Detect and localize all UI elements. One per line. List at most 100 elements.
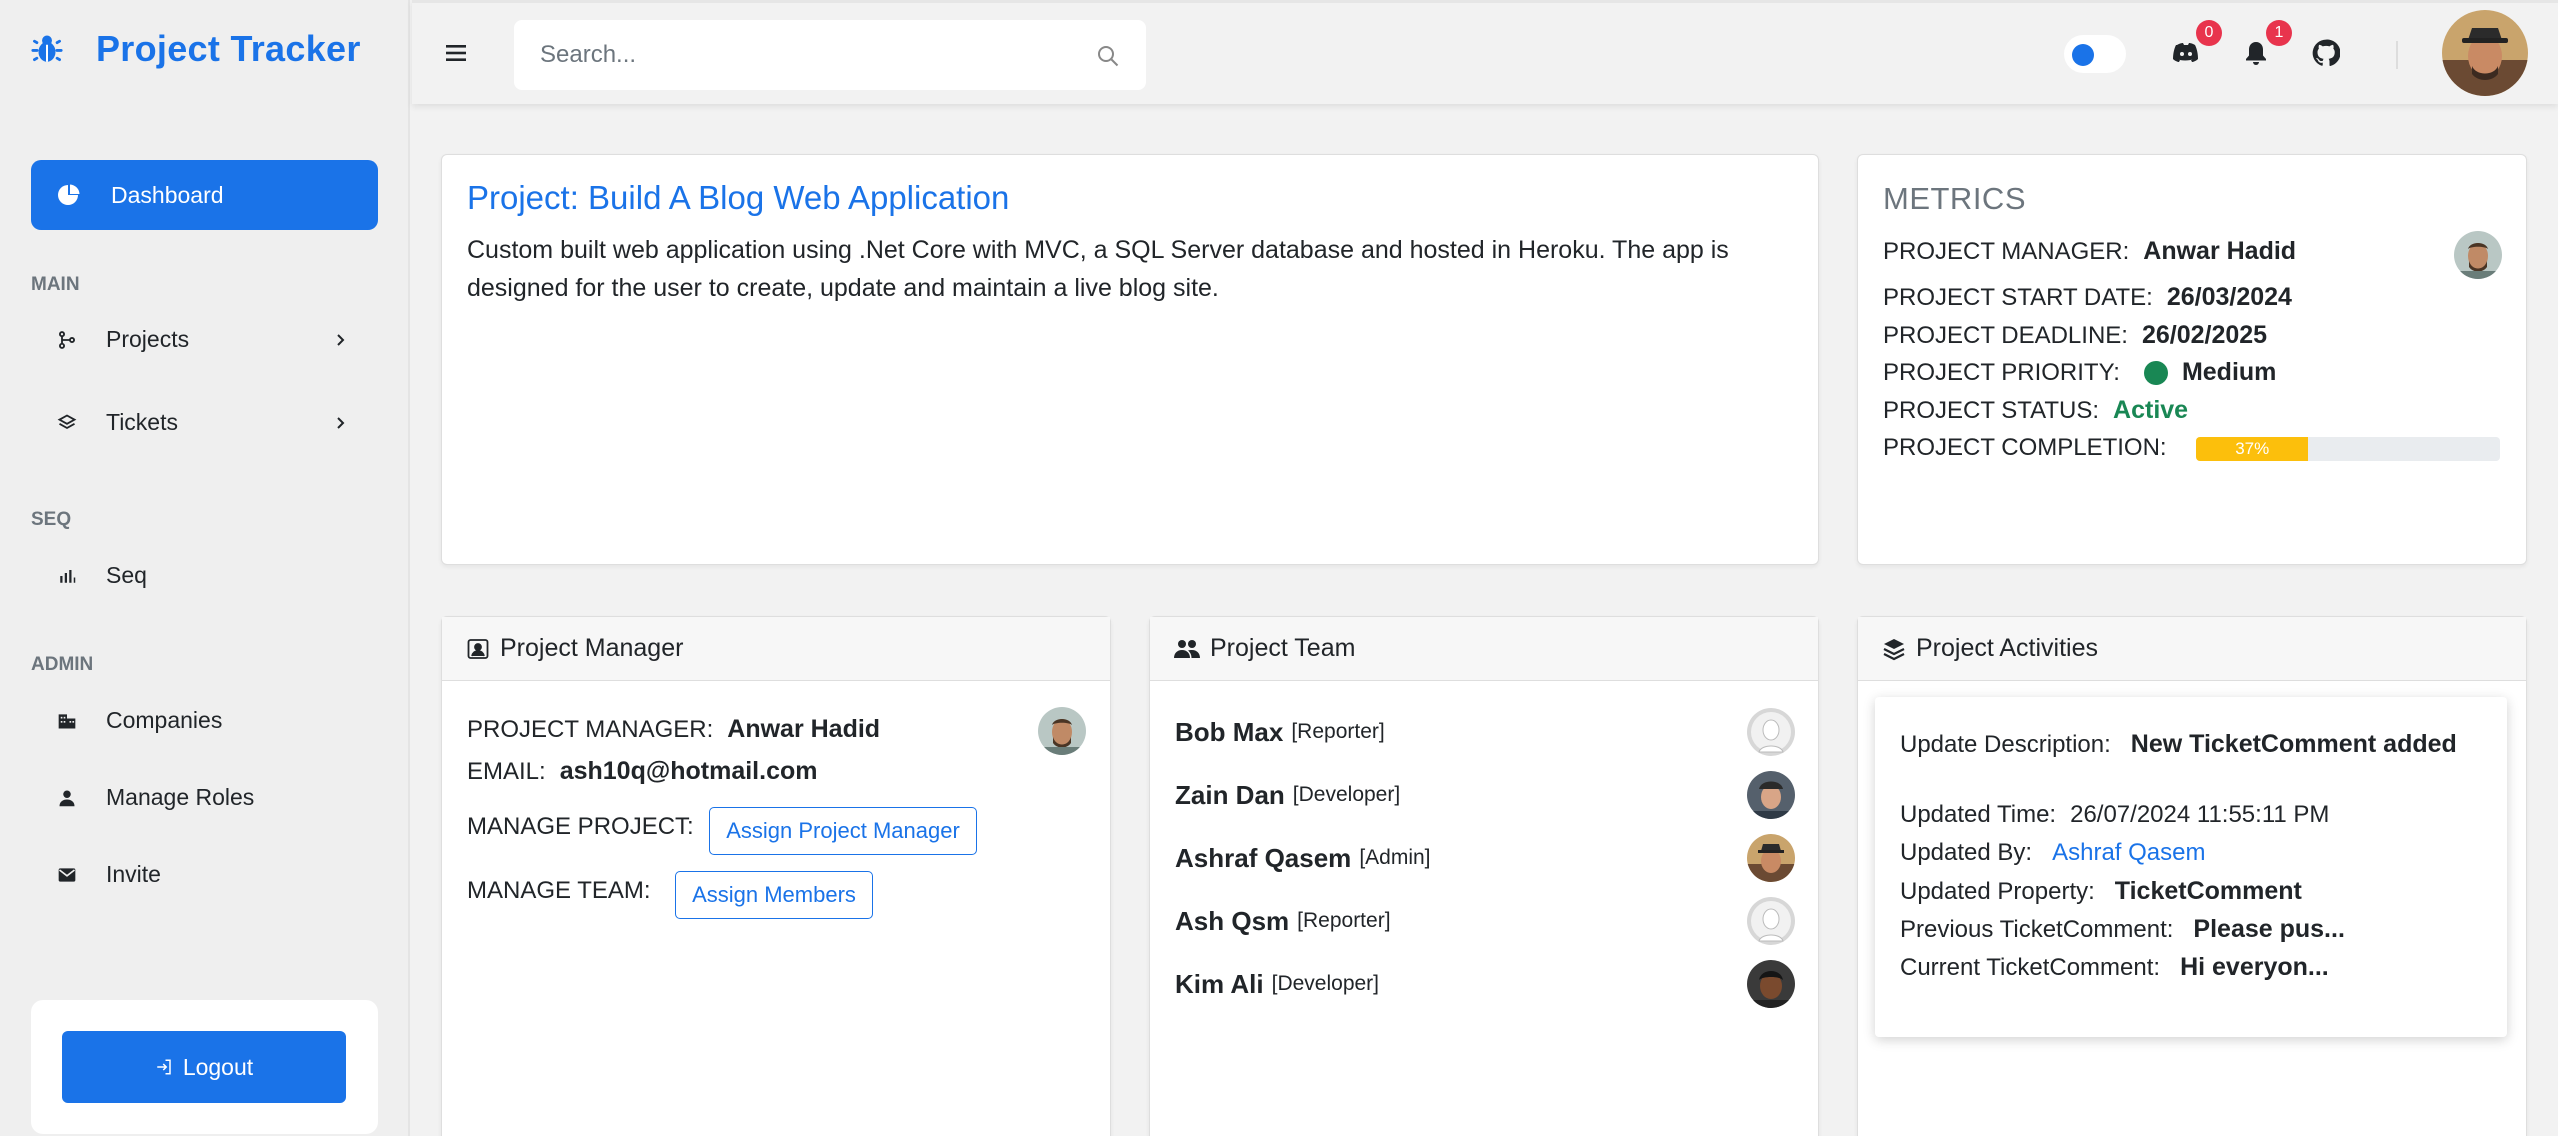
brand[interactable]: Project Tracker	[28, 28, 361, 70]
completion-progress: 37%	[2196, 437, 2500, 461]
avatar[interactable]	[2442, 10, 2528, 96]
user-link[interactable]: Ashraf Qasem	[2052, 839, 2205, 866]
sidebar-item-tickets[interactable]: Tickets	[56, 409, 356, 436]
member-role: [Admin]	[1359, 846, 1431, 869]
search-placeholder: Search...	[540, 41, 637, 68]
metric-label: PROJECT STATUS:	[1883, 396, 2100, 424]
sidebar-item-label: Dashboard	[111, 181, 224, 208]
sidebar-item-invite[interactable]: Invite	[56, 861, 356, 888]
card-title: Project Activities	[1916, 634, 2099, 662]
toggle-knob	[2072, 44, 2094, 66]
activity-description: Update Description: New TicketComment add…	[1900, 725, 2460, 764]
field-value: Anwar Hadid	[727, 715, 881, 743]
sidebar-item-seq[interactable]: Seq	[56, 562, 356, 589]
menu-icon[interactable]	[446, 43, 468, 63]
metric-start-date: PROJECT START DATE: 26/03/2024	[1883, 283, 2292, 312]
metric-value: Anwar Hadid	[2143, 237, 2297, 265]
team-member: Kim Ali [Developer]	[1175, 959, 1795, 1009]
card-title: Project Team	[1210, 634, 1356, 662]
messages-badge: 0	[2196, 20, 2222, 46]
sidebar-item-companies[interactable]: Companies	[56, 707, 356, 734]
logout-label: Logout	[182, 1053, 254, 1080]
field-label: MANAGE PROJECT:	[467, 813, 694, 840]
sidebar-item-label: Companies	[106, 707, 223, 733]
member-role: [Developer]	[1292, 783, 1401, 806]
progress-fill: 37%	[2196, 437, 2309, 461]
metric-label: PROJECT COMPLETION:	[1883, 434, 2167, 461]
theme-toggle[interactable]	[2064, 35, 2126, 73]
activity-item: Update Description: New TicketComment add…	[1875, 697, 2507, 1037]
logout-button[interactable]: Logout	[62, 1031, 346, 1103]
bar-chart-icon	[56, 565, 78, 587]
avatar	[1747, 897, 1795, 945]
bell-icon[interactable]	[2242, 39, 2270, 67]
person-icon	[56, 787, 78, 809]
search-icon[interactable]	[1096, 44, 1120, 68]
priority-indicator	[2143, 360, 2168, 385]
github-icon[interactable]	[2312, 39, 2340, 67]
metric-value: Medium	[2181, 358, 2277, 386]
assign-members-button[interactable]: Assign Members	[675, 871, 873, 919]
activity-property: Updated Property: TicketComment	[1900, 877, 2302, 906]
team-member: Zain Dan [Developer]	[1175, 770, 1795, 820]
logout-panel: Logout	[31, 1000, 378, 1134]
avatar	[1747, 771, 1795, 819]
field-value: 26/07/2024 11:55:11 PM	[2070, 801, 2330, 828]
project-card: Project: Build A Blog Web Application Cu…	[441, 154, 1819, 565]
person-badge-icon	[467, 638, 489, 659]
member-role: [Reporter]	[1297, 909, 1391, 932]
avatar	[2454, 231, 2502, 279]
member-name: Ashraf Qasem	[1175, 842, 1352, 873]
metric-label: PROJECT DEADLINE:	[1883, 321, 2128, 349]
sidebar-item-dashboard[interactable]: Dashboard	[31, 160, 378, 230]
field-value: Please pus...	[2193, 915, 2345, 943]
team-member: Bob Max [Reporter]	[1175, 707, 1795, 757]
metric-priority: PROJECT PRIORITY: Medium	[1883, 358, 2276, 387]
activity-time: Updated Time: 26/07/2024 11:55:11 PM	[1900, 801, 2329, 829]
layers-icon	[56, 412, 78, 434]
git-branch-icon	[56, 329, 78, 351]
field-label: Update Description:	[1900, 731, 2111, 758]
field-label: Updated Time:	[1900, 801, 2057, 828]
discord-icon[interactable]	[2172, 39, 2200, 67]
card-header: Project Team	[1150, 617, 1818, 681]
notifications-badge: 1	[2266, 20, 2292, 46]
top-header: Search... 0 1	[412, 0, 2558, 104]
project-activities-card: Project Activities Update Description: Ne…	[1857, 616, 2527, 1136]
activity-previous: Previous TicketComment: Please pus...	[1900, 915, 2345, 944]
member-name: Zain Dan	[1175, 779, 1285, 810]
chevron-right-icon	[337, 416, 345, 429]
metric-deadline: PROJECT DEADLINE: 26/02/2025	[1883, 321, 2267, 350]
manage-team-row: MANAGE TEAM:	[467, 877, 651, 905]
building-icon	[56, 710, 78, 732]
avatar	[1747, 834, 1795, 882]
bug-icon	[28, 30, 66, 68]
assign-project-manager-button[interactable]: Assign Project Manager	[709, 807, 977, 855]
team-member: Ashraf Qasem [Admin]	[1175, 833, 1795, 883]
field-label: EMAIL:	[467, 757, 546, 785]
field-value: New TicketComment added	[2130, 730, 2457, 758]
manager-email-row: EMAIL: ash10q@hotmail.com	[467, 757, 817, 786]
layer-group-icon	[1883, 638, 1905, 660]
card-header: Project Manager	[442, 617, 1110, 681]
metric-label: PROJECT PRIORITY:	[1883, 358, 2120, 386]
sidebar-item-label: Tickets	[106, 409, 178, 435]
avatar	[1747, 708, 1795, 756]
manage-project-row: MANAGE PROJECT:	[467, 813, 694, 841]
member-name: Ash Qsm	[1175, 905, 1290, 936]
team-member: Ash Qsm [Reporter]	[1175, 896, 1795, 946]
project-description: Custom built web application using .Net …	[467, 236, 1729, 302]
search-input[interactable]: Search...	[514, 20, 1146, 90]
field-value: ash10q@hotmail.com	[559, 757, 818, 785]
project-team-card: Project Team Bob Max [Reporter] Zain Dan…	[1149, 616, 1819, 1136]
project-title[interactable]: Project: Build A Blog Web Application	[467, 179, 1009, 217]
section-admin: ADMIN	[31, 654, 94, 675]
sidebar-item-manage-roles[interactable]: Manage Roles	[56, 784, 356, 811]
chevron-right-icon	[337, 333, 345, 346]
sidebar-item-label: Invite	[106, 861, 161, 887]
app-title: Project Tracker	[96, 28, 361, 69]
project-manager-card: Project Manager PROJECT MANAGER: Anwar H…	[441, 616, 1111, 1136]
field-label: Previous TicketComment:	[1900, 916, 2174, 943]
people-icon	[1174, 639, 1200, 658]
sidebar-item-projects[interactable]: Projects	[56, 326, 356, 353]
